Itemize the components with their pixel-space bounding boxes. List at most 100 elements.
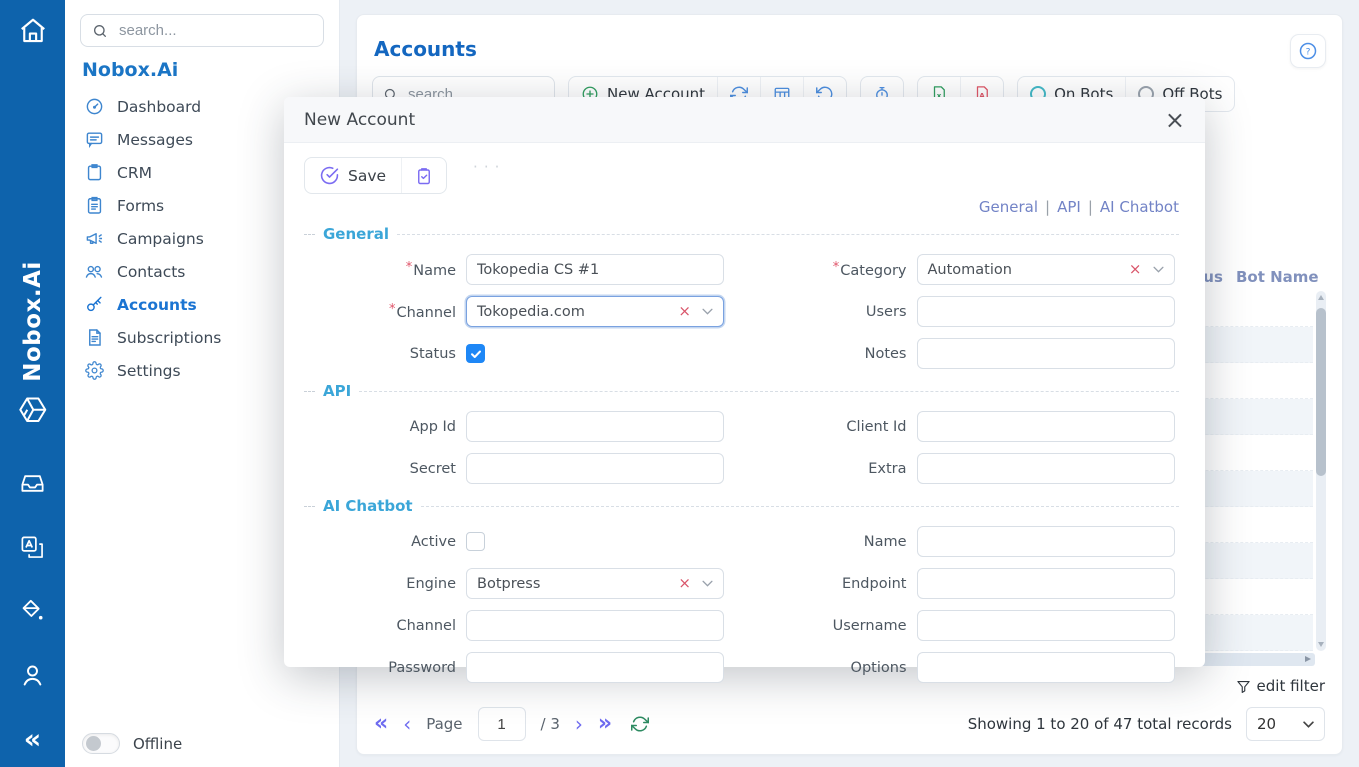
new-account-modal: New Account × Save ··· General|API|AI Ch…	[284, 97, 1205, 667]
prev-page-button[interactable]: ‹	[403, 714, 411, 734]
app-id-input[interactable]	[466, 411, 724, 442]
refresh-icon	[631, 715, 649, 733]
offline-label: Offline	[133, 735, 182, 753]
save-and-copy-button[interactable]	[401, 158, 446, 193]
clear-icon[interactable]: ×	[1129, 262, 1142, 277]
key-icon	[84, 295, 104, 314]
page-size-select[interactable]: 20	[1246, 707, 1325, 741]
save-button[interactable]: Save	[305, 158, 401, 193]
field-name: *Name	[304, 254, 729, 285]
dashboard-icon	[84, 97, 104, 116]
field-bot-channel: Channel	[304, 610, 729, 641]
field-password: Password	[304, 652, 729, 683]
records-summary: Showing 1 to 20 of 47 total records	[968, 715, 1232, 733]
name-input[interactable]	[466, 254, 724, 285]
username-input[interactable]	[917, 610, 1175, 641]
field-username: Username	[755, 610, 1180, 641]
sidebar-brand-title: Nobox.Ai	[82, 59, 339, 81]
user-icon[interactable]	[19, 662, 46, 689]
clipboard-check-icon	[415, 167, 433, 185]
bot-channel-input[interactable]	[466, 610, 724, 641]
reload-table-button[interactable]	[631, 715, 649, 733]
category-select[interactable]: Automation ×	[917, 254, 1175, 285]
modal-action-group: Save	[304, 157, 447, 194]
chevron-down-icon	[702, 308, 713, 315]
home-icon[interactable]	[0, 16, 65, 46]
vertical-brand: Nobox.Ai	[0, 237, 65, 449]
collapse-sidebar-icon[interactable]: «	[24, 726, 41, 753]
page-number-input[interactable]	[478, 707, 526, 741]
client-id-input[interactable]	[917, 411, 1175, 442]
chevron-down-icon	[1153, 266, 1164, 273]
paint-fill-icon[interactable]	[19, 598, 46, 625]
sidebar-item-label: Campaigns	[117, 230, 204, 248]
question-mark-icon: ?	[1306, 46, 1311, 57]
field-channel: *Channel Tokopedia.com ×	[304, 296, 729, 327]
field-bot-name: Name	[755, 526, 1180, 557]
next-page-button[interactable]: ›	[575, 714, 583, 734]
inbox-icon[interactable]	[19, 470, 46, 497]
active-checkbox[interactable]	[466, 532, 485, 551]
help-button[interactable]: ?	[1290, 34, 1326, 68]
field-category: *Category Automation ×	[755, 254, 1180, 285]
sidebar-item-label: Contacts	[117, 263, 185, 281]
table-header-bot-name[interactable]: Bot Name	[1236, 268, 1319, 286]
sidebar-search-input[interactable]	[117, 21, 320, 40]
icon-rail: Nobox.Ai «	[0, 0, 65, 767]
nav-link-general[interactable]: General	[979, 198, 1038, 216]
extra-input[interactable]	[917, 453, 1175, 484]
field-app-id: App Id	[304, 411, 729, 442]
section-general: General	[304, 225, 1179, 243]
funnel-icon	[1236, 679, 1251, 694]
password-input[interactable]	[466, 652, 724, 683]
drag-handle-dots: ···	[473, 158, 505, 176]
last-page-button[interactable]: »	[598, 713, 612, 735]
nav-link-api[interactable]: API	[1057, 198, 1081, 216]
close-icon[interactable]: ×	[1165, 108, 1185, 132]
sidebar-item-label: Settings	[117, 362, 181, 380]
engine-select[interactable]: Botpress ×	[466, 568, 724, 599]
clear-icon[interactable]: ×	[678, 576, 691, 591]
first-page-button[interactable]: «	[374, 713, 388, 735]
field-status: Status	[304, 338, 729, 369]
translate-icon[interactable]	[19, 534, 46, 561]
field-notes: Notes	[755, 338, 1180, 369]
forms-icon	[84, 196, 104, 215]
pagination-bar: « ‹ Page / 3 › » Showing 1 to 20 of 47 t…	[374, 707, 1325, 741]
check-icon	[470, 348, 482, 360]
brand-vertical-text: Nobox.Ai	[20, 261, 46, 382]
edit-filter-button[interactable]: edit filter	[1236, 677, 1325, 695]
offline-toggle[interactable]	[82, 733, 120, 754]
channel-select[interactable]: Tokopedia.com ×	[466, 296, 724, 327]
sidebar-item-label: Forms	[117, 197, 164, 215]
sidebar-item-label: Accounts	[117, 296, 197, 314]
modal-section-nav: General|API|AI Chatbot	[304, 198, 1179, 216]
clear-icon[interactable]: ×	[678, 304, 691, 319]
check-circle-icon	[320, 166, 339, 185]
page-title: Accounts	[374, 37, 477, 61]
section-api: API	[304, 382, 1179, 400]
chevron-down-icon	[702, 580, 713, 587]
status-checkbox[interactable]	[466, 344, 485, 363]
modal-header: New Account ×	[284, 97, 1205, 143]
section-ai-chatbot: AI Chatbot	[304, 497, 1179, 515]
scrollbar-thumb[interactable]	[1316, 308, 1326, 476]
toggle-knob	[86, 736, 101, 751]
notes-input[interactable]	[917, 338, 1175, 369]
sidebar-search[interactable]	[80, 14, 324, 47]
page-label: Page	[426, 715, 462, 733]
bot-name-input[interactable]	[917, 526, 1175, 557]
vertical-scrollbar[interactable]	[1316, 291, 1326, 651]
users-input[interactable]	[917, 296, 1175, 327]
gear-icon	[84, 361, 104, 380]
total-pages: / 3	[541, 715, 560, 733]
nav-link-ai-chatbot[interactable]: AI Chatbot	[1100, 198, 1179, 216]
sidebar-item-label: CRM	[117, 164, 152, 182]
search-icon	[92, 23, 108, 39]
options-input[interactable]	[917, 652, 1175, 683]
field-secret: Secret	[304, 453, 729, 484]
subscriptions-file-icon	[84, 328, 104, 347]
secret-input[interactable]	[466, 453, 724, 484]
endpoint-input[interactable]	[917, 568, 1175, 599]
megaphone-icon	[84, 229, 104, 248]
